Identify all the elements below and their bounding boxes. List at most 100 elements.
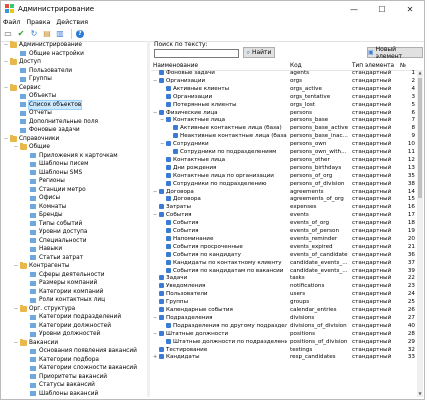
tree-item[interactable]: Комнаты [3,203,147,212]
tree-item[interactable]: Станции метро [3,186,147,195]
table-row[interactable]: Активные клиенты orgs_active стандартный 4 [151,85,416,94]
splitter[interactable] [147,41,150,397]
tree-item[interactable]: Общие настройки [3,50,147,59]
table-row[interactable]: Напоминание events_reminder стандартный 20 [151,235,416,244]
close-button[interactable]: ✕ [396,1,424,17]
row-expander-icon[interactable]: − [153,315,157,323]
table-row[interactable]: Тестирование testings стандартный 32 [151,346,416,355]
table-row[interactable]: Дни рождения persons_birthdays стандартный… [151,164,416,173]
table-row[interactable]: Организации orgs_tentative стандартный 3 [151,93,416,102]
tree-expander-icon[interactable]: − [13,340,19,346]
tree-item[interactable]: Отчеты [3,109,147,118]
table-row[interactable]: − Штатные должности positions стандартный 28 [151,330,416,339]
tree-item[interactable]: Сферы деятельности [3,271,147,280]
maximize-button[interactable]: ☐ [368,1,396,17]
row-expander-icon[interactable]: − [153,189,157,197]
menu-actions[interactable]: Действия [56,19,88,26]
table-row[interactable]: Контактные лица persons_other стандартный 1… [151,156,416,165]
table-row[interactable]: − Договора agreements стандартный 14 [151,188,416,197]
tree-item[interactable]: Уровни должностей [3,330,147,339]
tree-item[interactable]: − Администрирование [3,41,147,50]
tree-expander-icon[interactable]: − [13,144,19,150]
table-row[interactable]: Контактные лица по организации persons_of… [151,172,416,181]
tree-item[interactable]: Шаблоны писем [3,160,147,169]
table-row[interactable]: Уведомления notifications стандартный 23 [151,283,416,291]
tree-item[interactable]: − Доступ [3,58,147,67]
tree-item[interactable]: Группы [3,75,147,84]
refresh-icon[interactable]: ↻ [29,29,39,39]
table-row[interactable]: − Организации orgs стандартный 2 [151,77,416,86]
tree-expander-icon[interactable]: − [3,136,9,142]
import-icon[interactable]: ▥ [55,29,65,39]
tree-item[interactable]: Типы событий [3,220,147,229]
table-row[interactable]: События events_of_person стандартный 19 [151,228,416,236]
search-input[interactable] [154,49,239,58]
table-row[interactable]: Пользователи users стандартный 24 [151,291,416,299]
tree-item[interactable]: − Сервис [3,83,147,93]
tree-item[interactable]: Категории подразделений [3,313,147,322]
tree-item[interactable]: Объекты [3,92,147,101]
tree-item[interactable]: Регионы [3,177,147,186]
column-header-number[interactable]: № [400,63,406,69]
table-row[interactable]: Штатные должности по подразделению positi… [151,338,416,347]
table-row[interactable]: События по кандидату events_of_candidate с… [151,251,416,260]
scrollbar-thumb[interactable] [418,78,422,198]
table-row[interactable]: Затраты expenses стандартный 16 [151,204,416,212]
menu-edit[interactable]: Правка [26,19,50,26]
export-icon[interactable]: ▤ [42,29,52,39]
tree-item[interactable]: Шаблоны SMS [3,169,147,178]
tree-item[interactable]: Категории подбора [3,356,147,365]
tree-item[interactable]: Статусы вакансий [3,381,147,390]
tree-item[interactable]: Размеры компаний [3,279,147,288]
table-row[interactable]: Календарные события calendar_entries станд… [151,307,416,315]
table-row[interactable]: − Сотрудники persons_own стандартный 10 [151,141,416,149]
tree-item[interactable]: Приложения к карточкам [3,152,147,161]
table-row[interactable]: Активные контактные лица (база) persons_b… [151,125,416,133]
table-row[interactable]: Фоновые задачи agents стандартный 1 [151,70,416,78]
tree-item[interactable]: Фоновые задачи [3,126,147,135]
column-header-type[interactable]: Тип элемента [352,63,394,69]
tree-item[interactable]: Бренды [3,211,147,220]
minimize-button[interactable]: — [340,1,368,17]
table-row[interactable]: − Физические лица persons стандартный 6 [151,109,416,118]
table-row[interactable]: События events_of_org стандартный 18 [151,220,416,228]
table-row[interactable]: Неактивные контактные лица (база) persons… [151,133,416,141]
tree-item[interactable]: Навыки [3,245,147,254]
tree-item[interactable]: Офисы [3,194,147,203]
tree-expander-icon[interactable]: − [3,42,9,48]
table-row[interactable]: События просроченные events_expired станда… [151,243,416,252]
tree-item[interactable]: − Общие [3,143,147,152]
tree-item[interactable]: Пользователи [3,67,147,76]
table-row[interactable]: − События events стандартный 17 [151,212,416,220]
tree-item[interactable]: − Орг. структура [3,304,147,314]
table-row[interactable]: − Подразделения divisions стандартный 27 [151,314,416,323]
new-icon[interactable]: ▭ [3,29,13,39]
tree-item[interactable]: − Справочники [3,134,147,144]
tree-item[interactable]: − Контрагенты [3,262,147,271]
tree-expander-icon[interactable]: − [13,263,19,269]
help-icon[interactable]: ? [75,29,85,39]
find-button[interactable]: ⌕ Найти [243,47,275,58]
tree-item[interactable]: Основания появления вакансий [3,347,147,356]
tree-item[interactable]: Шаблоны вакансий [3,390,147,398]
menu-file[interactable]: Файл [3,19,20,26]
row-expander-icon[interactable]: + [153,354,157,362]
tree-item[interactable]: Категории сложности вакансий [3,364,147,373]
check-icon[interactable]: ✔ [16,29,26,39]
table-row[interactable]: Задачи tasks стандартный 22 [151,275,416,283]
row-expander-icon[interactable]: − [153,78,157,86]
row-expander-icon[interactable]: − [153,212,157,220]
vertical-scrollbar[interactable]: ▲ ▼ [417,70,423,397]
table-row[interactable]: + Кандидаты resp_candidates стандартный 33 [151,354,416,362]
scroll-up-icon[interactable]: ▲ [417,70,423,76]
table-row[interactable]: Сотрудники по подразделению persons_of_di… [151,180,416,189]
tree-item[interactable]: Приоритеты вакансий [3,373,147,382]
tree-item[interactable]: Категории компаний [3,288,147,297]
table-row[interactable]: События по кандидатам по вакансии candida… [151,267,416,276]
table-row[interactable]: Потерянные клиенты orgs_lost стандартный 5 [151,101,416,110]
row-expander-icon[interactable]: − [153,110,157,118]
row-expander-icon[interactable]: − [160,117,164,125]
tree-item[interactable]: Дополнительные поля [3,118,147,127]
scroll-down-icon[interactable]: ▼ [417,391,423,397]
new-element-button[interactable]: ▣ Новый элемент [367,46,423,60]
